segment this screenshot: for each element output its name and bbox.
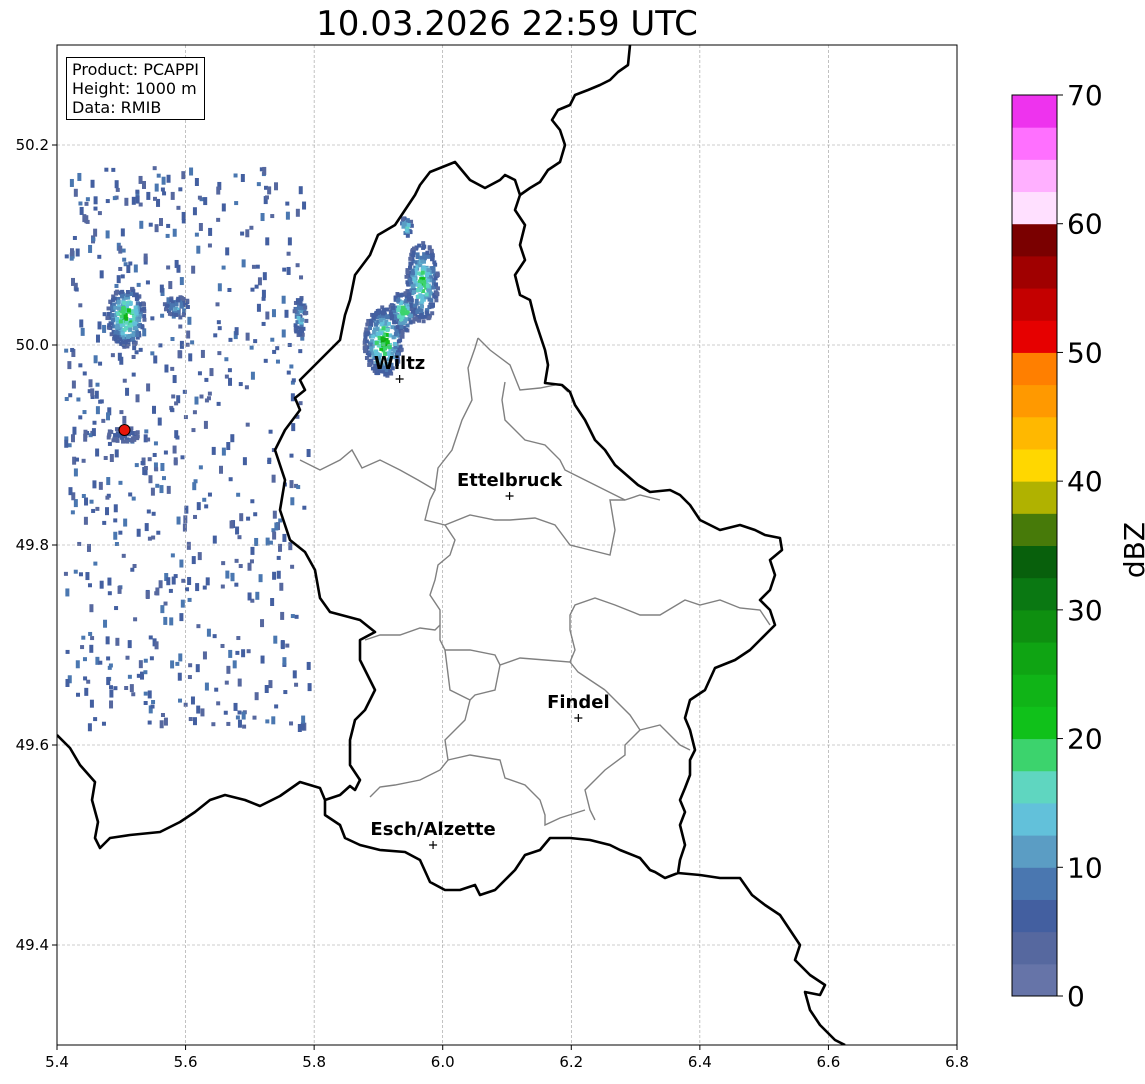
colorbar-segment — [1012, 288, 1057, 321]
colorbar-segment — [1012, 513, 1057, 546]
colorbar-segment — [1012, 609, 1057, 643]
colorbar-segment — [1012, 416, 1057, 450]
colorbar-segment — [1012, 642, 1057, 675]
colorbar-ticks: 0 10 20 30 40 50 60 70 — [1057, 79, 1103, 1013]
colorbar-segment — [1012, 545, 1057, 579]
colorbar-tick-label: 60 — [1067, 208, 1103, 241]
colorbar-segments — [1012, 95, 1057, 997]
colorbar-segment — [1012, 802, 1057, 836]
colorbar-segment — [1012, 899, 1057, 933]
colorbar-segment — [1012, 835, 1057, 868]
colorbar-segment — [1012, 223, 1057, 257]
colorbar-segment — [1012, 738, 1057, 772]
colorbar-segment — [1012, 255, 1057, 289]
colorbar-tick-label: 20 — [1067, 723, 1103, 756]
colorbar-tick-label: 50 — [1067, 336, 1103, 369]
colorbar-segment — [1012, 674, 1057, 707]
colorbar: 0 10 20 30 40 50 60 70 — [1011, 79, 1103, 1013]
colorbar-tick-label: 40 — [1067, 465, 1103, 498]
colorbar-tick-label: 0 — [1067, 980, 1085, 1013]
colorbar-segment — [1012, 577, 1057, 611]
colorbar-segment — [1012, 159, 1057, 193]
colorbar-segment — [1012, 95, 1057, 128]
colorbar-segment — [1012, 191, 1057, 225]
colorbar-segment — [1012, 320, 1057, 353]
colorbar-tick-label: 10 — [1067, 851, 1103, 884]
colorbar-segment — [1012, 352, 1057, 386]
colorbar-tick-label: 70 — [1067, 79, 1103, 112]
colorbar-segment — [1012, 931, 1057, 965]
colorbar-segment — [1012, 384, 1057, 418]
colorbar-segment — [1012, 867, 1057, 900]
colorbar-segment — [1012, 448, 1057, 482]
colorbar-tick-label: 30 — [1067, 594, 1103, 627]
colorbar-segment — [1012, 770, 1057, 804]
colorbar-segment — [1012, 127, 1057, 160]
colorbar-segment — [1012, 963, 1057, 997]
colorbar-label: dBZ — [1118, 521, 1145, 579]
colorbar-segment — [1012, 481, 1057, 514]
colorbar-segment — [1012, 706, 1057, 740]
